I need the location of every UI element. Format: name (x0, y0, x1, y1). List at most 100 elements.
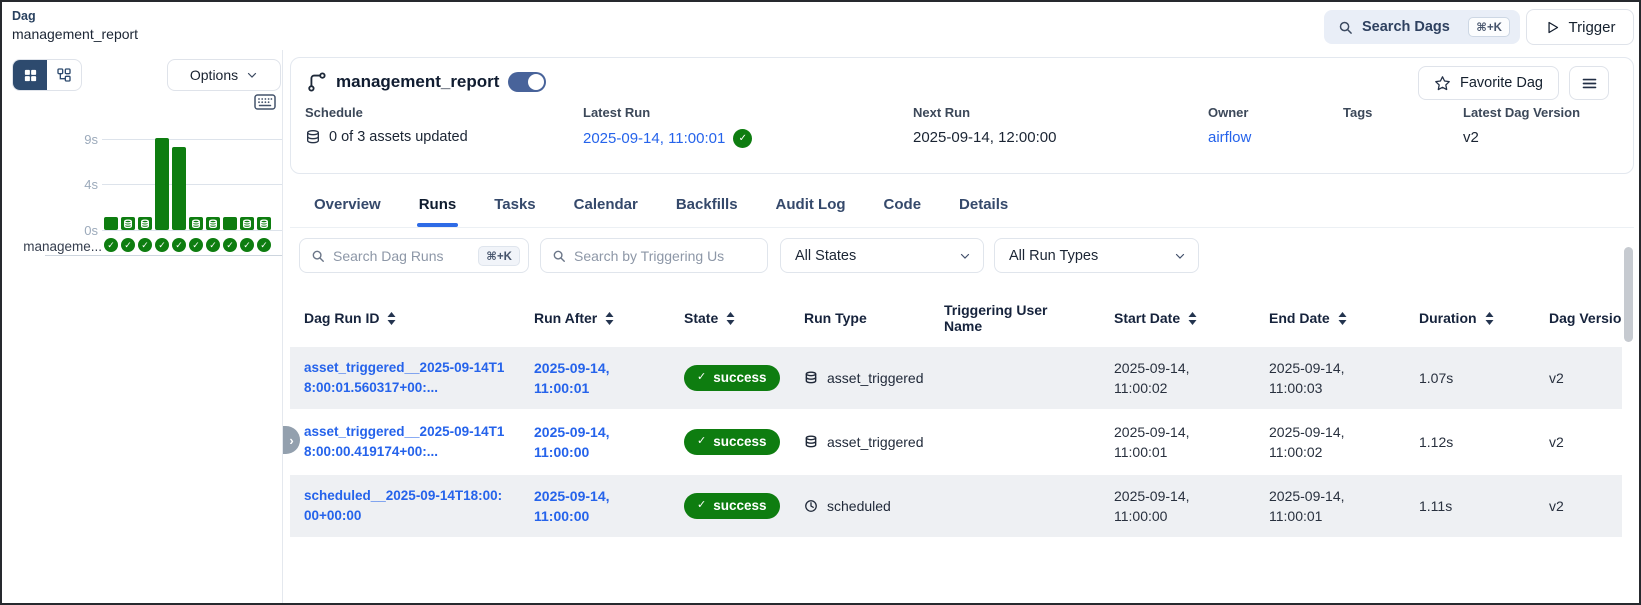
run-type-value: scheduled (827, 496, 891, 516)
database-icon (804, 435, 818, 449)
y-tick-0s: 0s (62, 223, 98, 238)
keyboard-shortcuts-icon[interactable] (254, 94, 276, 115)
y-tick-4s: 4s (62, 177, 98, 192)
hamburger-icon (1581, 75, 1598, 92)
chevron-down-icon (959, 250, 971, 262)
dag-title: management_report (336, 72, 499, 92)
tab-overview[interactable]: Overview (312, 188, 383, 227)
chart-baseline (45, 255, 282, 256)
field-tags: Tags (1343, 105, 1372, 129)
success-check-icon: ✓ (733, 129, 752, 148)
duration-bar[interactable] (155, 138, 169, 230)
run-type-value: asset_triggered (827, 368, 924, 388)
column-header-dag-run-id[interactable]: Dag Run ID (290, 289, 520, 347)
tab-details[interactable]: Details (957, 188, 1010, 227)
sort-icon (1338, 312, 1347, 325)
shortcut-badge: ⌘+K (478, 246, 520, 266)
search-dag-runs-field[interactable]: ⌘+K (299, 238, 529, 273)
owner-label: Owner (1208, 105, 1251, 120)
dag-run-id-link[interactable]: scheduled__2025-09-14T18:00:00+00:00 (304, 486, 506, 525)
options-label: Options (190, 67, 238, 83)
search-triggering-user-field[interactable] (540, 238, 768, 273)
next-run-value: 2025-09-14, 12:00:00 (913, 129, 1056, 146)
run-after-link[interactable]: 2025-09-14, 11:00:01 (534, 358, 656, 399)
sort-icon (726, 312, 735, 325)
run-status-success-icon[interactable]: ✓ (155, 238, 169, 252)
options-dropdown[interactable]: Options (167, 59, 281, 91)
state-filter-select[interactable]: All States (780, 238, 984, 273)
column-header-duration[interactable]: Duration (1405, 289, 1535, 347)
owner-link[interactable]: airflow (1208, 129, 1251, 146)
tab-runs[interactable]: Runs (417, 188, 459, 227)
run-status-success-icon[interactable]: ✓ (223, 238, 237, 252)
run-status-success-icon[interactable]: ✓ (240, 238, 254, 252)
search-dags-button[interactable]: Search Dags ⌘+K (1324, 10, 1520, 44)
run-after-link[interactable]: 2025-09-14, 11:00:00 (534, 486, 656, 527)
column-header-state[interactable]: State (670, 289, 790, 347)
tab-backfills[interactable]: Backfills (674, 188, 740, 227)
duration-bar[interactable] (257, 217, 271, 230)
run-after-link[interactable]: 2025-09-14, 11:00:00 (534, 422, 656, 463)
next-run-label: Next Run (913, 105, 1056, 120)
gridline-0s (102, 230, 282, 231)
run-type-filter-select[interactable]: All Run Types (994, 238, 1199, 273)
duration-bar[interactable] (240, 217, 254, 230)
search-icon (1338, 20, 1353, 35)
start-date-value: 2025-09-14, 11:00:00 (1114, 486, 1241, 527)
shortcut-badge: ⌘+K (1468, 17, 1510, 37)
duration-bar[interactable] (206, 217, 220, 230)
dag-actions-menu-button[interactable] (1569, 66, 1609, 100)
dag-run-id-link[interactable]: asset_triggered__2025-09-14T18:00:00.419… (304, 422, 506, 461)
column-header-run-after[interactable]: Run After (520, 289, 670, 347)
dag-pause-toggle[interactable] (508, 72, 546, 92)
run-duration-bar-chart (104, 134, 282, 230)
view-mode-toggle (12, 59, 82, 91)
favorite-dag-button[interactable]: Favorite Dag (1418, 66, 1559, 100)
chevron-down-icon (246, 69, 258, 81)
graph-view-button[interactable] (47, 60, 81, 90)
run-status-success-icon[interactable]: ✓ (172, 238, 186, 252)
vertical-scrollbar-thumb[interactable] (1624, 247, 1633, 342)
sort-icon (387, 312, 396, 325)
run-status-success-icon[interactable]: ✓ (257, 238, 271, 252)
run-status-row: ✓✓✓✓✓✓✓✓✓✓ (104, 238, 271, 252)
field-latest-dag-version: Latest Dag Version v2 (1463, 105, 1580, 146)
trigger-label: Trigger (1569, 19, 1616, 36)
airflow-dag-page: Dag management_report Search Dags ⌘+K Tr… (0, 0, 1641, 605)
latest-run-link[interactable]: 2025-09-14, 11:00:01 (583, 130, 725, 147)
state-filter-value: All States (795, 248, 856, 264)
field-latest-run: Latest Run 2025-09-14, 11:00:01 ✓ (583, 105, 752, 148)
tab-code[interactable]: Code (882, 188, 924, 227)
tab-tasks[interactable]: Tasks (492, 188, 537, 227)
favorite-dag-label: Favorite Dag (1460, 75, 1543, 91)
duration-bar[interactable] (121, 217, 135, 230)
latest-run-label: Latest Run (583, 105, 752, 120)
search-triggering-user-input[interactable] (574, 248, 759, 264)
grid-icon (23, 68, 38, 83)
field-next-run: Next Run 2025-09-14, 12:00:00 (913, 105, 1056, 146)
play-icon (1545, 20, 1560, 35)
duration-bar[interactable] (223, 217, 237, 230)
search-dag-runs-input[interactable] (333, 248, 470, 264)
duration-bar[interactable] (189, 217, 203, 230)
duration-bar[interactable] (138, 217, 152, 230)
sort-icon (605, 312, 614, 325)
duration-bar[interactable] (172, 147, 186, 230)
run-status-success-icon[interactable]: ✓ (138, 238, 152, 252)
chevron-down-icon (1174, 250, 1186, 262)
trigger-dag-button[interactable]: Trigger (1526, 9, 1634, 45)
column-header-start-date[interactable]: Start Date (1100, 289, 1255, 347)
run-status-success-icon[interactable]: ✓ (121, 238, 135, 252)
dag-run-id-link[interactable]: asset_triggered__2025-09-14T18:00:01.560… (304, 358, 506, 397)
grid-view-button[interactable] (13, 60, 47, 90)
dag-version-value: v2 (1549, 432, 1564, 452)
tab-calendar[interactable]: Calendar (572, 188, 640, 227)
duration-bar[interactable] (104, 217, 118, 230)
run-status-success-icon[interactable]: ✓ (104, 238, 118, 252)
run-status-success-icon[interactable]: ✓ (206, 238, 220, 252)
y-tick-9s: 9s (62, 132, 98, 147)
run-status-success-icon[interactable]: ✓ (189, 238, 203, 252)
breadcrumb[interactable]: Dag (12, 9, 36, 23)
column-header-end-date[interactable]: End Date (1255, 289, 1405, 347)
tab-audit-log[interactable]: Audit Log (774, 188, 848, 227)
